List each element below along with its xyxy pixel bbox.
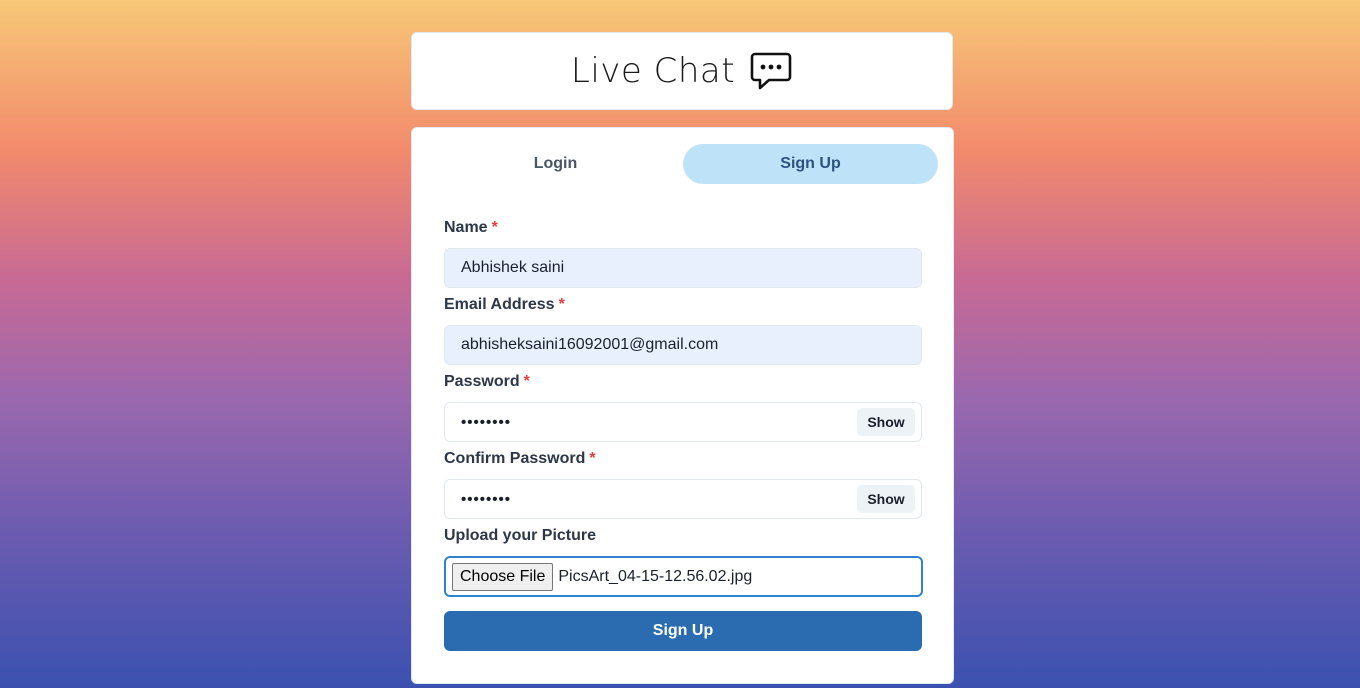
email-label: Email Address * bbox=[444, 296, 565, 314]
auth-tabs: Login Sign Up bbox=[428, 144, 938, 184]
confirm-password-value: •••••••• bbox=[461, 490, 512, 508]
required-indicator: * bbox=[558, 296, 565, 313]
confirm-password-label-text: Confirm Password bbox=[444, 450, 586, 467]
choose-file-button[interactable]: Choose File bbox=[452, 562, 554, 591]
name-field[interactable]: Abhishek saini bbox=[444, 248, 922, 288]
password-field[interactable]: •••••••• Show bbox=[444, 402, 922, 442]
email-value: abhisheksaini16092001@gmail.com bbox=[461, 336, 719, 353]
confirm-password-field[interactable]: •••••••• Show bbox=[444, 479, 922, 519]
email-field[interactable]: abhisheksaini16092001@gmail.com bbox=[444, 325, 922, 365]
show-confirm-password-button[interactable]: Show bbox=[857, 485, 915, 513]
required-indicator: * bbox=[589, 450, 596, 467]
required-indicator: * bbox=[523, 373, 530, 390]
chat-dots-icon bbox=[749, 51, 793, 91]
tab-sign-up[interactable]: Sign Up bbox=[683, 144, 938, 184]
app-header: Live Chat bbox=[411, 32, 953, 110]
show-password-button[interactable]: Show bbox=[857, 408, 915, 436]
upload-picture-label: Upload your Picture bbox=[444, 527, 597, 544]
sign-up-submit-button[interactable]: Sign Up bbox=[444, 611, 922, 651]
password-label: Password * bbox=[444, 373, 530, 391]
password-value: •••••••• bbox=[461, 413, 512, 431]
name-value: Abhishek saini bbox=[461, 259, 565, 276]
selected-file-name: PicsArt_04-15-12.56.02.jpg bbox=[558, 567, 753, 585]
app-title: Live Chat bbox=[570, 51, 736, 91]
email-label-text: Email Address bbox=[444, 296, 555, 313]
auth-card: Login Sign Up Name * Abhishek saini Email… bbox=[411, 127, 954, 684]
name-label: Name * bbox=[444, 219, 498, 237]
picture-file-input[interactable]: Choose File PicsArt_04-15-12.56.02.jpg bbox=[444, 556, 923, 597]
password-label-text: Password bbox=[444, 373, 520, 390]
name-label-text: Name bbox=[444, 219, 488, 236]
required-indicator: * bbox=[491, 219, 498, 236]
tab-login[interactable]: Login bbox=[428, 144, 683, 184]
confirm-password-label: Confirm Password * bbox=[444, 450, 596, 468]
